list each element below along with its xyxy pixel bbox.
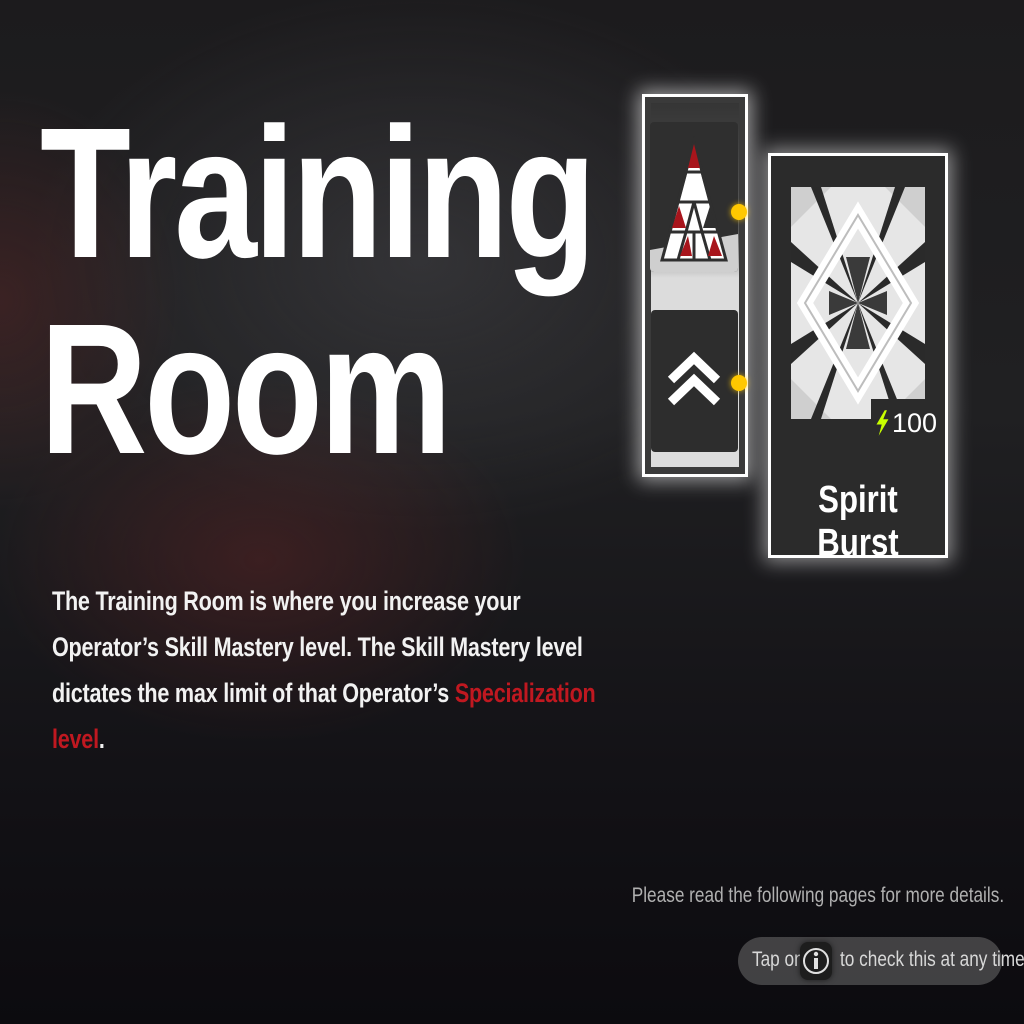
skill-name: Spirit Burst xyxy=(817,479,899,564)
description-text: The Training Room is where you increase … xyxy=(52,578,612,762)
mastery-card xyxy=(650,122,738,272)
skill-cost-badge: 100 xyxy=(871,399,937,447)
title-line-1: Training xyxy=(40,90,596,297)
skill-card: 100 Spirit Burst xyxy=(768,153,948,564)
mastery-triangle-icon xyxy=(650,136,738,272)
lightning-icon xyxy=(876,410,889,436)
page-title: Training Room xyxy=(40,90,596,493)
skill-cost-value: 100 xyxy=(891,407,937,438)
details-hint: Please read the following pages for more… xyxy=(631,884,1004,907)
description-part-2: . xyxy=(98,724,105,754)
mastery-indicator-dot xyxy=(731,204,747,220)
tap-on-label: Tap on xyxy=(752,948,804,971)
title-line-2: Room xyxy=(40,286,452,493)
tap-after-label: to check this at any time xyxy=(840,948,1024,971)
skill-icon xyxy=(791,187,925,419)
tap-info-hint: Tap on to check this at any time xyxy=(738,937,1024,985)
diamond-burst-icon xyxy=(791,187,925,419)
specialization-card xyxy=(651,310,738,452)
specialization-indicator-dot xyxy=(731,375,747,391)
info-icon xyxy=(803,948,829,974)
double-chevron-up-icon xyxy=(667,351,721,406)
info-button[interactable] xyxy=(800,942,832,980)
